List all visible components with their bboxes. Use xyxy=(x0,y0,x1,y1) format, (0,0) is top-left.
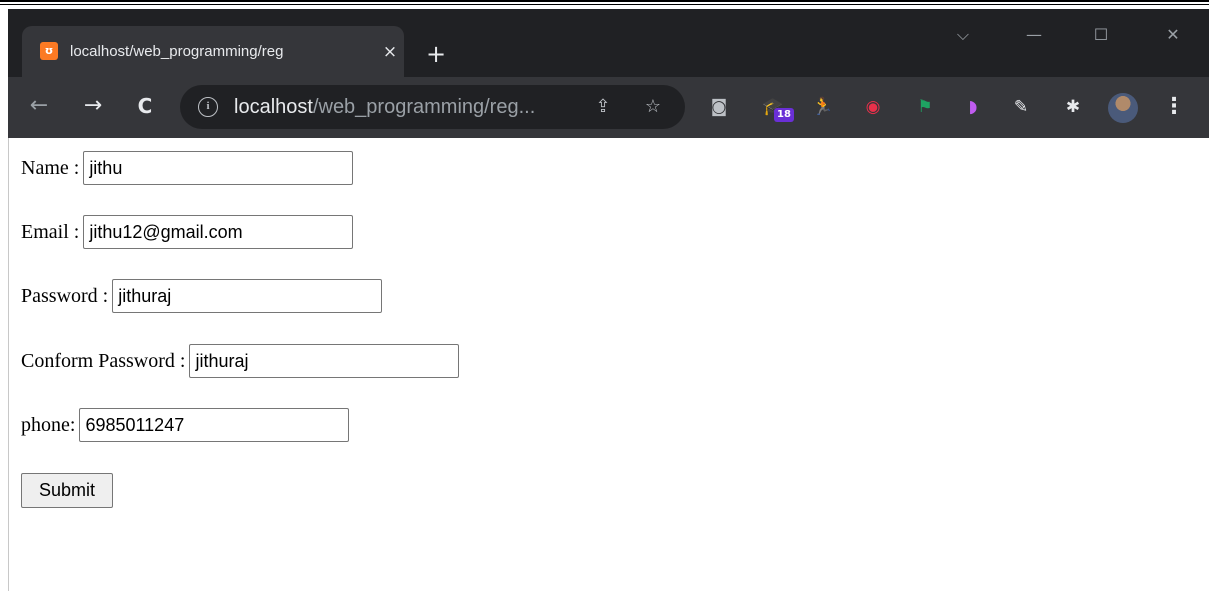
tab-strip: ʊ localhost/web_programming/reg × + ⌵ — … xyxy=(8,9,1209,78)
confirm-password-label: Conform Password : xyxy=(21,349,186,372)
graduation-cap-extension-icon[interactable]: 🎓 18 xyxy=(760,94,794,122)
url-host: localhost xyxy=(234,96,313,118)
password-input[interactable]: jithuraj xyxy=(112,279,383,313)
browser-window: ʊ localhost/web_programming/reg × + ⌵ — … xyxy=(8,9,1209,138)
email-label: Email : xyxy=(21,220,80,243)
phone-label: phone: xyxy=(21,413,76,436)
maximize-button[interactable]: ☐ xyxy=(1086,25,1116,49)
submit-button[interactable]: Submit xyxy=(21,473,113,508)
tab-title: localhost/web_programming/reg xyxy=(70,43,284,60)
address-bar[interactable]: i localhost/web_programming/reg... ⇪ ☆ xyxy=(180,85,685,129)
tab-close-icon[interactable]: × xyxy=(378,40,402,64)
name-row: Name : jithu xyxy=(21,151,354,185)
kebab-menu-icon[interactable]: ⋮ xyxy=(1163,91,1185,123)
name-input[interactable]: jithu xyxy=(83,151,354,185)
new-tab-button[interactable]: + xyxy=(422,40,450,68)
confirm-password-input[interactable]: jithuraj xyxy=(189,344,460,378)
runner-extension-icon[interactable]: 🏃 xyxy=(810,94,836,120)
flag-extension-icon[interactable]: ⚑ xyxy=(912,94,938,120)
email-input[interactable]: jithu12@gmail.com xyxy=(83,215,354,249)
tab-search-icon[interactable]: ⌵ xyxy=(948,25,978,49)
xampp-icon: ʊ xyxy=(40,42,58,60)
extension-badge: 18 xyxy=(774,108,794,122)
profile-avatar[interactable] xyxy=(1108,93,1138,123)
browser-tab[interactable]: ʊ localhost/web_programming/reg × xyxy=(22,26,404,78)
reload-button[interactable]: C xyxy=(130,91,160,121)
tab-title-fade xyxy=(332,38,368,66)
name-label: Name : xyxy=(21,156,80,179)
pen-extension-icon[interactable]: ✎ xyxy=(1008,94,1034,120)
url-path: /web_programming/reg... xyxy=(312,96,536,118)
password-row: Password : jithuraj xyxy=(21,279,383,313)
minimize-button[interactable]: — xyxy=(1019,25,1049,49)
forward-button[interactable]: → xyxy=(78,91,108,121)
share-icon[interactable]: ⇪ xyxy=(590,95,616,119)
site-info-icon[interactable]: i xyxy=(198,97,218,117)
phone-input[interactable]: 6985011247 xyxy=(79,408,350,442)
confirm-password-row: Conform Password : jithuraj xyxy=(21,344,460,378)
phone-row: phone: 6985011247 xyxy=(21,408,350,442)
puzzle-extension-icon[interactable]: ✱ xyxy=(1060,94,1086,120)
browser-toolbar: ← → C i localhost/web_programming/reg...… xyxy=(8,77,1209,138)
back-button[interactable]: ← xyxy=(24,91,54,121)
page-content: Name : jithu Email : jithu12@gmail.com P… xyxy=(8,138,1209,591)
close-window-button[interactable]: ✕ xyxy=(1158,25,1188,49)
url-text[interactable]: localhost/web_programming/reg... xyxy=(234,95,579,119)
red-circle-extension-icon[interactable]: ◉ xyxy=(860,94,886,120)
pink-shape-extension-icon[interactable]: ◗ xyxy=(960,94,986,120)
password-label: Password : xyxy=(21,284,109,307)
bookmark-star-icon[interactable]: ☆ xyxy=(640,95,666,119)
email-row: Email : jithu12@gmail.com xyxy=(21,215,354,249)
top-rule xyxy=(0,0,1209,5)
camera-extension-icon[interactable]: ◙ xyxy=(706,94,732,120)
